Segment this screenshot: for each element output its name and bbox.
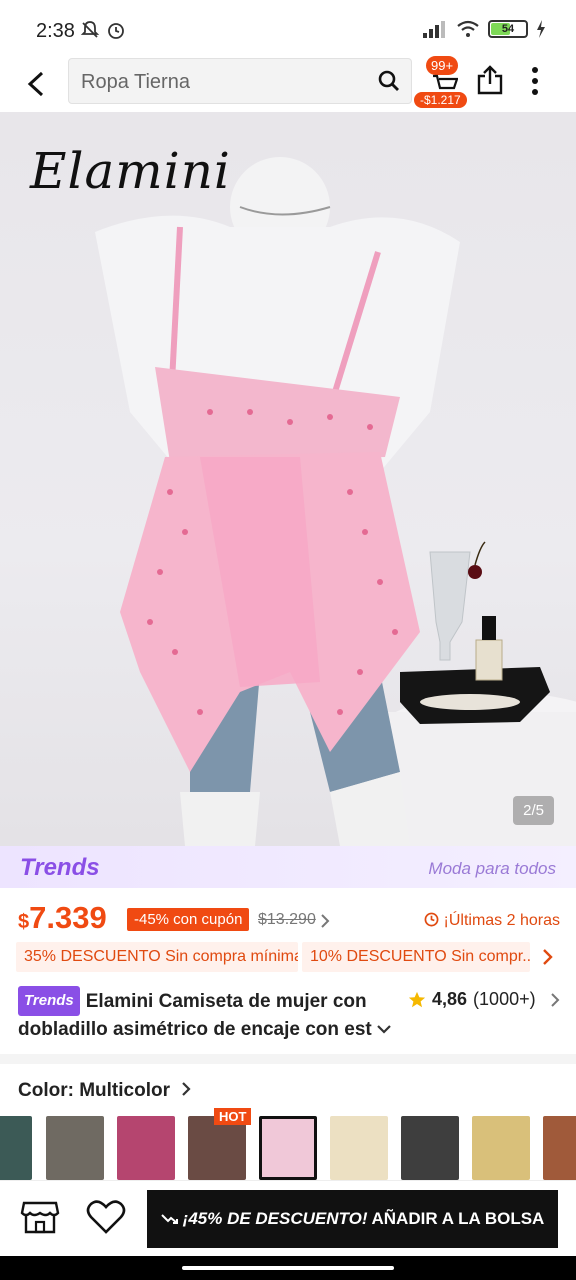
color-swatch[interactable]	[543, 1116, 576, 1180]
status-time: 2:38	[36, 20, 75, 42]
cart-icon	[433, 74, 458, 90]
color-swatch[interactable]	[188, 1116, 246, 1180]
wishlist-button[interactable]	[86, 1199, 126, 1240]
more-icon	[532, 67, 538, 95]
add-to-bag-label: AÑADIR A LA BOLSA	[371, 1209, 545, 1228]
share-icon	[477, 65, 503, 95]
color-swatch[interactable]	[401, 1116, 459, 1180]
status-bar: 2:38 54	[0, 0, 576, 60]
search-placeholder: Ropa Tierna	[81, 71, 190, 93]
rating[interactable]: 4,86 (1000+)	[408, 989, 560, 1010]
store-button[interactable]	[20, 1199, 60, 1240]
trends-banner[interactable]: Trends Moda para todos	[0, 846, 576, 888]
trends-tagline: Moda para todos	[428, 859, 556, 878]
sale-price: $7.339	[18, 900, 107, 936]
timer-label: ¡Últimas 2 horas	[424, 912, 560, 930]
home-handle[interactable]	[182, 1266, 394, 1270]
alarm-icon	[108, 23, 124, 39]
coupon-2[interactable]: 10% DESCUENTO Sin compr...	[302, 942, 530, 972]
system-nav-bar	[0, 1256, 576, 1280]
battery-indicator: 54	[488, 20, 528, 38]
brand-logo: Elamini	[30, 142, 231, 200]
status-icons	[80, 20, 126, 40]
color-label-text: Color: Multicolor	[18, 1080, 170, 1101]
trend-down-icon	[160, 1214, 178, 1224]
add-to-bag-promo: ¡45% DE DESCUENTO!	[182, 1209, 368, 1228]
rating-count: (1000+)	[473, 989, 536, 1009]
mute-bell-icon	[80, 21, 100, 38]
product-title-text: Trends Elamini Camiseta de mujer con dobl…	[18, 986, 398, 1044]
image-counter: 2/5	[513, 796, 554, 825]
coupon-1[interactable]: 35% DESCUENTO Sin compra mínima	[16, 942, 298, 972]
wifi-icon	[457, 20, 479, 37]
clock-icon	[424, 912, 439, 927]
product-title[interactable]: Trends Elamini Camiseta de mujer con dobl…	[18, 986, 398, 1046]
share-button[interactable]	[476, 64, 504, 101]
header: Ropa Tierna 99+ -$1.217	[0, 56, 576, 112]
search-icon[interactable]	[377, 69, 401, 93]
color-swatch[interactable]	[0, 1116, 32, 1180]
color-swatch[interactable]	[472, 1116, 530, 1180]
add-to-bag-button[interactable]: ¡45% DE DESCUENTO! AÑADIR A LA BOLSA	[147, 1190, 558, 1248]
back-button[interactable]	[20, 64, 52, 104]
color-swatches	[0, 1116, 576, 1180]
discount-badge: -45% con cupón	[127, 908, 250, 931]
hot-badge: HOT	[214, 1108, 252, 1125]
price-row: $7.339 -45% con cupón $13.290 ¡Últimas 2…	[0, 894, 576, 940]
search-input[interactable]: Ropa Tierna	[68, 58, 412, 104]
trends-badge: Trends	[18, 986, 80, 1016]
heart-icon	[86, 1200, 126, 1234]
chevron-right-icon[interactable]	[542, 949, 554, 965]
more-options-button[interactable]	[530, 66, 540, 101]
color-selector-label[interactable]: Color: Multicolor	[18, 1080, 191, 1102]
bottom-action-bar: ¡45% DE DESCUENTO! AÑADIR A LA BOLSA	[0, 1180, 576, 1256]
color-swatch[interactable]	[330, 1116, 388, 1180]
star-icon	[408, 991, 426, 1007]
color-swatch[interactable]	[46, 1116, 104, 1180]
original-price[interactable]: $13.290	[258, 911, 316, 929]
back-arrow-icon	[27, 71, 44, 97]
color-swatch[interactable]	[117, 1116, 175, 1180]
section-divider	[0, 1054, 576, 1064]
cart-count-badge: 99+	[426, 56, 459, 75]
product-image[interactable]: Elamini 2/5	[0, 112, 576, 846]
cart-total-badge: -$1.217	[414, 92, 467, 108]
charging-icon	[537, 20, 545, 38]
store-icon	[20, 1201, 60, 1234]
chevron-right-icon	[550, 992, 560, 1007]
expand-title-icon[interactable]	[377, 1024, 391, 1034]
price-amount: 7.339	[29, 900, 107, 935]
trends-logo: Trends	[20, 854, 100, 881]
status-right: 54	[422, 20, 546, 38]
cart-button[interactable]: 99+ -$1.217	[414, 56, 468, 112]
color-swatch-selected[interactable]	[259, 1116, 317, 1180]
coupon-row: 35% DESCUENTO Sin compra mínima 10% DESC…	[0, 942, 576, 974]
chevron-right-icon	[182, 1082, 191, 1096]
price-currency: $	[18, 911, 30, 933]
signal-icon	[423, 21, 445, 38]
chevron-right-icon	[321, 914, 330, 928]
timer-text: ¡Últimas 2 horas	[443, 912, 560, 929]
rating-score: 4,86	[432, 989, 468, 1009]
product-photo	[95, 157, 576, 846]
